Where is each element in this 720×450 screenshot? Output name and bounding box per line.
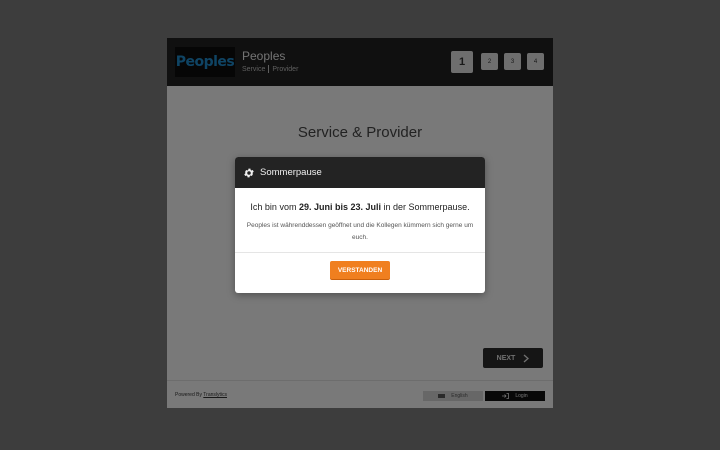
- dialog-subtext: Peoples ist währenddessen geöffnet und d…: [246, 222, 474, 241]
- gear-icon: [244, 168, 254, 177]
- message-prefix: Ich bin vom: [250, 202, 297, 212]
- message-suffix: in der Sommerpause.: [383, 202, 470, 212]
- dialog-message: Ich bin vom 29. Juni bis 23. Juli in der…: [235, 202, 485, 212]
- message-dates: 29. Juni bis 23. Juli: [298, 202, 382, 212]
- dialog-body: Ich bin vom 29. Juni bis 23. Juli in der…: [235, 188, 485, 244]
- sommerpause-dialog: Sommerpause Ich bin vom 29. Juni bis 23.…: [235, 157, 485, 293]
- dialog-footer: VERSTANDEN: [235, 253, 485, 279]
- dialog-header: Sommerpause: [235, 157, 485, 188]
- verstanden-button[interactable]: VERSTANDEN: [330, 261, 390, 279]
- dialog-title: Sommerpause: [260, 167, 322, 178]
